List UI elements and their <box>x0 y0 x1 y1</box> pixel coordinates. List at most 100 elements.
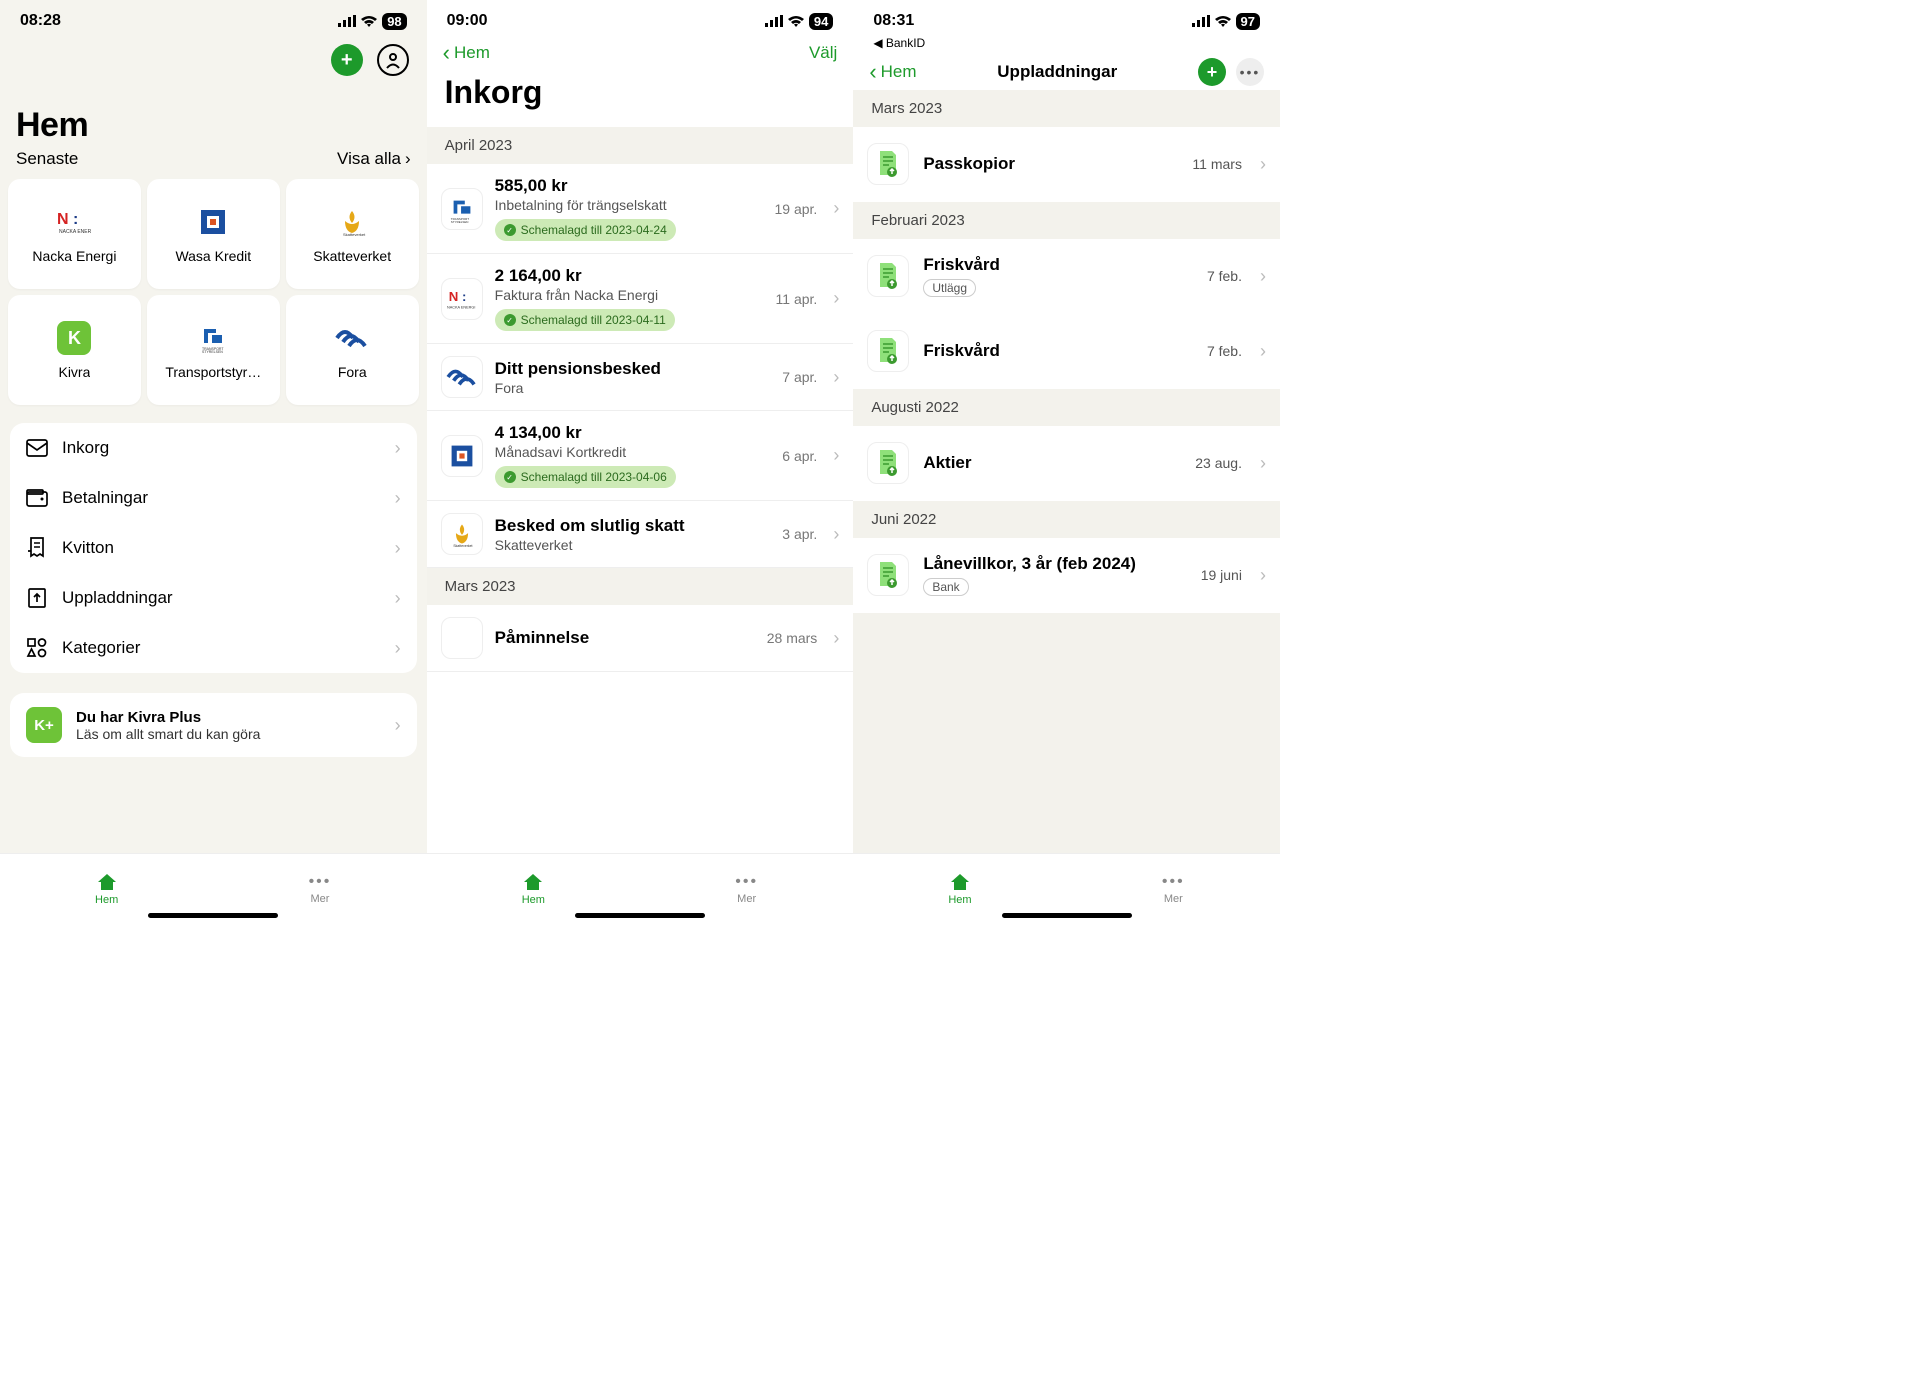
sender-tile-skatteverket[interactable]: Skatteverket Skatteverket <box>286 179 419 289</box>
menu-item-kvitton[interactable]: Kvitton › <box>10 523 417 573</box>
home-menu: Inkorg › Betalningar › Kvitton › Uppladd… <box>10 423 417 673</box>
upload-title: Lånevillkor, 3 år (feb 2024) <box>923 554 1186 574</box>
svg-text:Skatteverket: Skatteverket <box>453 544 472 548</box>
status-bar: 09:00 94 <box>427 0 854 34</box>
sender-tile-kivra[interactable]: K Kivra <box>8 295 141 405</box>
fora-logo-icon <box>334 320 370 356</box>
chevron-right-icon: › <box>833 445 839 466</box>
inbox-row[interactable]: Påminnelse 28 mars › <box>427 605 854 672</box>
skatteverket-logo-icon: Skatteverket <box>334 204 370 240</box>
add-button[interactable]: + <box>1198 58 1226 86</box>
document-upload-icon <box>867 255 909 297</box>
svg-text:NACKA ENERGI: NACKA ENERGI <box>59 229 91 234</box>
status-time: 09:00 <box>447 12 488 30</box>
breadcrumb-back-app[interactable]: ◀ BankID <box>853 34 1280 50</box>
page-title: Inkorg <box>427 68 854 127</box>
view-all-link[interactable]: Visa alla › <box>337 149 411 169</box>
back-button[interactable]: ‹ Hem <box>443 42 490 64</box>
upload-row[interactable]: Aktier 23 aug. › <box>853 426 1280 501</box>
menu-item-betalningar[interactable]: Betalningar › <box>10 473 417 523</box>
sender-tile-wasa[interactable]: Wasa Kredit <box>147 179 280 289</box>
sender-logo-icon: N:NACKA ENERGI <box>441 278 483 320</box>
upload-date: 11 mars <box>1192 156 1242 172</box>
profile-button[interactable] <box>377 44 409 76</box>
svg-text:N: N <box>448 288 458 303</box>
document-upload-icon <box>867 554 909 596</box>
page-title: Uppladdningar <box>997 62 1117 82</box>
upload-tag: Utlägg <box>923 279 976 297</box>
chevron-right-icon: › <box>395 638 401 659</box>
upload-row[interactable]: Friskvård 7 feb. › <box>853 314 1280 389</box>
svg-text:STYRELSEN: STYRELSEN <box>450 220 468 223</box>
sender-tile-nacka[interactable]: N:NACKA ENERGI Nacka Energi <box>8 179 141 289</box>
upload-row[interactable]: Lånevillkor, 3 år (feb 2024) Bank 19 jun… <box>853 538 1280 613</box>
scheduled-pill: ✓Schemalagd till 2023-04-11 <box>495 309 675 331</box>
battery-icon: 98 <box>382 13 406 30</box>
add-button[interactable]: + <box>331 44 363 76</box>
section-header: Augusti 2022 <box>853 389 1280 426</box>
upload-row[interactable]: Friskvård Utlägg 7 feb. › <box>853 239 1280 314</box>
sender-tile-transport[interactable]: TRANSPORTSTYRELSEN Transportstyr… <box>147 295 280 405</box>
sender-tile-fora[interactable]: Fora <box>286 295 419 405</box>
scheduled-pill: ✓Schemalagd till 2023-04-06 <box>495 466 676 488</box>
section-header: Februari 2023 <box>853 202 1280 239</box>
svg-text:N: N <box>57 211 69 228</box>
back-button[interactable]: ‹ Hem <box>869 61 916 83</box>
upload-row[interactable]: Passkopior 11 mars › <box>853 127 1280 202</box>
inbox-row[interactable]: Ditt pensionsbesked Fora 7 apr. › <box>427 344 854 411</box>
row-date: 6 apr. <box>782 448 817 464</box>
svg-text:NACKA ENERGI: NACKA ENERGI <box>447 305 475 309</box>
row-subtitle: Inbetalning för trängselskatt <box>495 197 763 213</box>
upload-date: 7 feb. <box>1207 343 1242 359</box>
home-indicator[interactable] <box>575 913 705 918</box>
sender-logo-icon: TRANSPORTSTYRELSEN <box>441 188 483 230</box>
section-header: Juni 2022 <box>853 501 1280 538</box>
sender-logo-icon: Skatteverket <box>441 513 483 555</box>
home-icon <box>96 872 118 892</box>
status-time: 08:31 <box>873 12 914 30</box>
section-header: Mars 2023 <box>427 568 854 605</box>
more-button[interactable]: ••• <box>1236 58 1264 86</box>
screen-home: 08:28 98 + Hem Senaste Visa alla › N:NAC… <box>0 0 427 923</box>
wallet-icon <box>26 487 48 509</box>
scheduled-pill: ✓Schemalagd till 2023-04-24 <box>495 219 676 241</box>
row-subtitle: Faktura från Nacka Energi <box>495 287 764 303</box>
menu-item-uppladdningar[interactable]: Uppladdningar › <box>10 573 417 623</box>
categories-icon <box>26 637 48 659</box>
battery-icon: 94 <box>809 13 833 30</box>
signal-icon <box>765 15 783 27</box>
wifi-icon <box>788 15 804 27</box>
chevron-right-icon: › <box>1260 341 1266 362</box>
wifi-icon <box>1215 15 1231 27</box>
inbox-row[interactable]: Skatteverket Besked om slutlig skatt Ska… <box>427 501 854 568</box>
menu-item-kategorier[interactable]: Kategorier › <box>10 623 417 673</box>
chevron-right-icon: › <box>833 198 839 219</box>
menu-item-inkorg[interactable]: Inkorg › <box>10 423 417 473</box>
kivra-plus-icon: K+ <box>26 707 62 743</box>
select-button[interactable]: Välj <box>809 43 837 63</box>
row-title: 4 134,00 kr <box>495 423 771 443</box>
chevron-right-icon: › <box>395 488 401 509</box>
inbox-row[interactable]: N:NACKA ENERGI 2 164,00 kr Faktura från … <box>427 254 854 344</box>
row-title: Besked om slutlig skatt <box>495 516 771 536</box>
chevron-right-icon: › <box>833 524 839 545</box>
upload-title: Aktier <box>923 453 1181 473</box>
inbox-row[interactable]: 4 134,00 kr Månadsavi Kortkredit ✓Schema… <box>427 411 854 501</box>
screen-uploads: 08:31 97 ◀ BankID ‹ Hem Uppladdningar + … <box>853 0 1280 923</box>
home-indicator[interactable] <box>1002 913 1132 918</box>
row-subtitle: Skatteverket <box>495 537 771 553</box>
home-icon <box>522 872 544 892</box>
document-upload-icon <box>867 330 909 372</box>
inbox-row[interactable]: TRANSPORTSTYRELSEN 585,00 kr Inbetalning… <box>427 164 854 254</box>
row-date: 7 apr. <box>782 369 817 385</box>
chevron-left-icon: ‹ <box>869 61 876 83</box>
battery-icon: 97 <box>1236 13 1260 30</box>
page-title: Hem <box>0 82 427 149</box>
upload-tag: Bank <box>923 578 968 596</box>
signal-icon <box>1192 15 1210 27</box>
row-date: 28 mars <box>767 630 818 646</box>
row-title: 585,00 kr <box>495 176 763 196</box>
kivra-plus-card[interactable]: K+ Du har Kivra Plus Läs om allt smart d… <box>10 693 417 757</box>
home-indicator[interactable] <box>148 913 278 918</box>
plus-subtitle: Läs om allt smart du kan göra <box>76 726 381 742</box>
